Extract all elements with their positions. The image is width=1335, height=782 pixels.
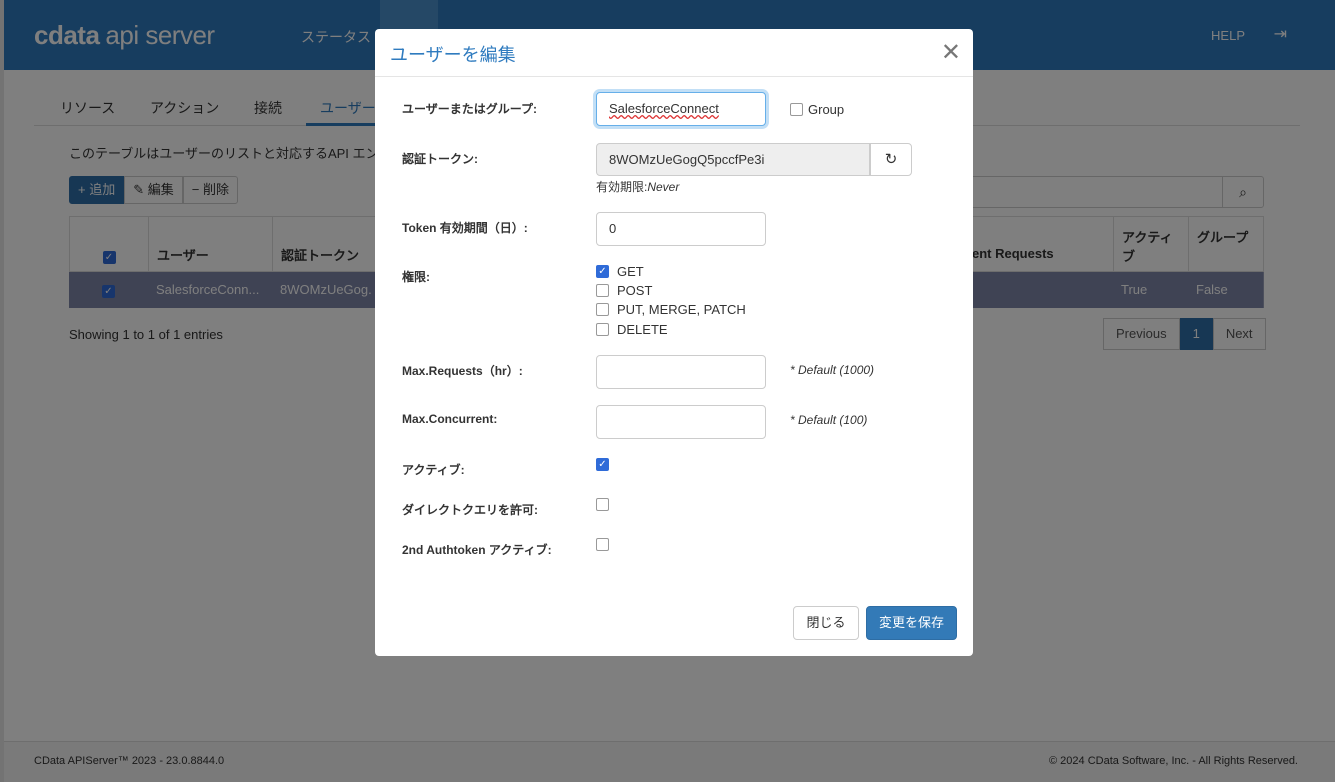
max-requests-label: Max.Requests（hr）: (402, 364, 523, 378)
user-or-group-label: ユーザーまたはグループ: (402, 102, 538, 116)
perm-get-checkbox[interactable]: ✓ (596, 265, 609, 278)
permissions-label: 権限: (402, 270, 430, 284)
user-or-group-value: SalesforceConnect (609, 101, 719, 116)
active-label: アクティブ: (402, 463, 465, 477)
group-checkbox-wrap[interactable]: Group (790, 102, 844, 117)
group-checkbox-label: Group (808, 102, 845, 117)
perm-put[interactable]: PUT, MERGE, PATCH (596, 302, 746, 317)
second-authtoken-checkbox[interactable] (596, 538, 609, 551)
perm-get[interactable]: ✓ GET (596, 264, 644, 279)
close-icon[interactable]: ✕ (941, 38, 961, 67)
active-checkbox[interactable]: ✓ (596, 458, 609, 471)
max-concurrent-default: * Default (100) (790, 413, 868, 427)
perm-get-label: GET (617, 264, 644, 279)
modal-header: ユーザーを編集 ✕ (375, 29, 973, 77)
perm-post[interactable]: POST (596, 283, 652, 298)
perm-post-label: POST (617, 283, 653, 298)
save-changes-button[interactable]: 変更を保存 (866, 606, 957, 640)
perm-put-checkbox[interactable] (596, 303, 609, 316)
token-label: 認証トークン: (402, 152, 478, 166)
expiry-value: Never (647, 180, 680, 194)
user-or-group-input[interactable]: SalesforceConnect (596, 92, 766, 126)
max-concurrent-label: Max.Concurrent: (402, 412, 498, 426)
second-authtoken-label: 2nd Authtoken アクティブ: (402, 543, 552, 557)
max-requests-default: * Default (1000) (790, 363, 875, 377)
direct-query-label: ダイレクトクエリを許可: (402, 503, 538, 517)
perm-delete[interactable]: DELETE (596, 322, 668, 337)
modal-title: ユーザーを編集 (390, 45, 516, 65)
perm-put-label: PUT, MERGE, PATCH (617, 302, 746, 317)
token-field: 8WOMzUeGogQ5pccfPe3i (596, 143, 870, 176)
token-expiry: 有効期限:Never (596, 178, 679, 195)
perm-delete-checkbox[interactable] (596, 323, 609, 336)
direct-query-checkbox[interactable] (596, 498, 609, 511)
token-days-label: Token 有効期間（日）: (402, 221, 528, 235)
max-requests-input[interactable] (596, 355, 766, 389)
close-button[interactable]: 閉じる (793, 606, 859, 640)
edit-user-modal: ユーザーを編集 ✕ ユーザーまたはグループ: SalesforceConnect… (375, 29, 973, 656)
group-checkbox[interactable] (790, 103, 803, 116)
perm-delete-label: DELETE (617, 322, 668, 337)
expiry-label: 有効期限: (596, 180, 648, 194)
refresh-icon[interactable]: ↻ (870, 143, 912, 176)
max-concurrent-input[interactable] (596, 405, 766, 439)
perm-post-checkbox[interactable] (596, 284, 609, 297)
token-days-input[interactable]: 0 (596, 212, 766, 246)
